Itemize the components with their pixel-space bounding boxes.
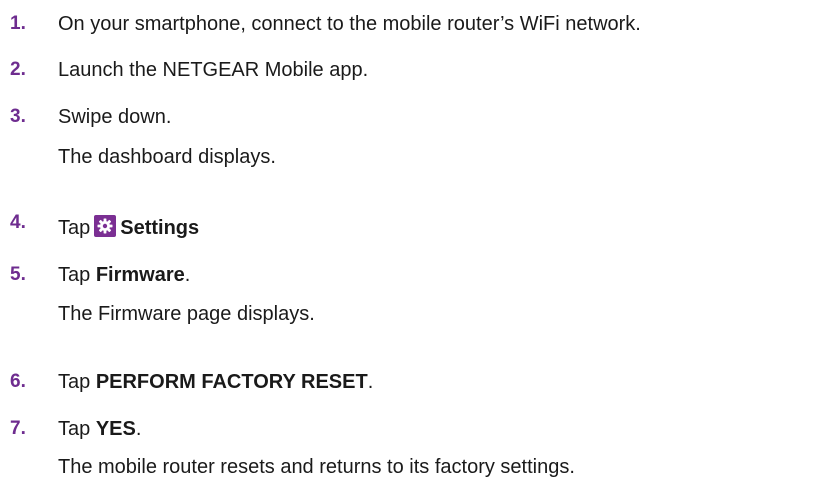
step-bold-text: YES (95, 418, 136, 440)
step-prefix: Tap (58, 217, 91, 239)
step-1: 1. On your smartphone, connect to the mo… (0, 8, 835, 40)
settings-gear-icon (94, 215, 117, 237)
step-prefix: Tap (58, 264, 91, 286)
step-prefix: Tap (58, 371, 91, 393)
step-number: 6. (10, 371, 26, 392)
step-number: 4. (10, 212, 26, 233)
step-number: 3. (10, 106, 26, 127)
step-text: On your smartphone, connect to the mobil… (58, 13, 641, 35)
step-text: Tap Firmware. (58, 259, 190, 291)
step-5-result: The Firmware page displays. (58, 303, 315, 325)
step-6: 6. Tap PERFORM FACTORY RESET. (0, 366, 835, 398)
step-text: Launch the NETGEAR Mobile app. (58, 59, 369, 81)
step-text: Tap PERFORM FACTORY RESET. (58, 366, 373, 398)
step-text: Tap Settings (58, 212, 199, 244)
step-suffix: . (367, 371, 374, 393)
step-suffix: . (135, 418, 142, 440)
step-7: 7. Tap YES. (0, 413, 835, 445)
step-2: 2. Launch the NETGEAR Mobile app. (0, 54, 835, 86)
step-number: 7. (10, 418, 26, 439)
step-5: 5. Tap Firmware. (0, 259, 835, 291)
step-number: 1. (10, 13, 26, 34)
step-3: 3. Swipe down. (0, 101, 835, 133)
step-prefix: Tap (58, 418, 91, 440)
step-text: Tap YES. (58, 413, 141, 445)
step-number: 2. (10, 59, 26, 80)
step-number: 5. (10, 264, 26, 285)
step-4: 4. Tap Settings (0, 212, 835, 244)
step-bold-text: Settings (120, 217, 200, 239)
step-bold-text: PERFORM FACTORY RESET (95, 371, 368, 393)
step-3-result: The dashboard displays. (58, 146, 276, 168)
step-suffix: . (184, 264, 191, 286)
step-text: Swipe down. (58, 106, 172, 128)
step-bold-text: Firmware (95, 264, 185, 286)
step-7-result: The mobile router resets and returns to … (58, 456, 575, 478)
